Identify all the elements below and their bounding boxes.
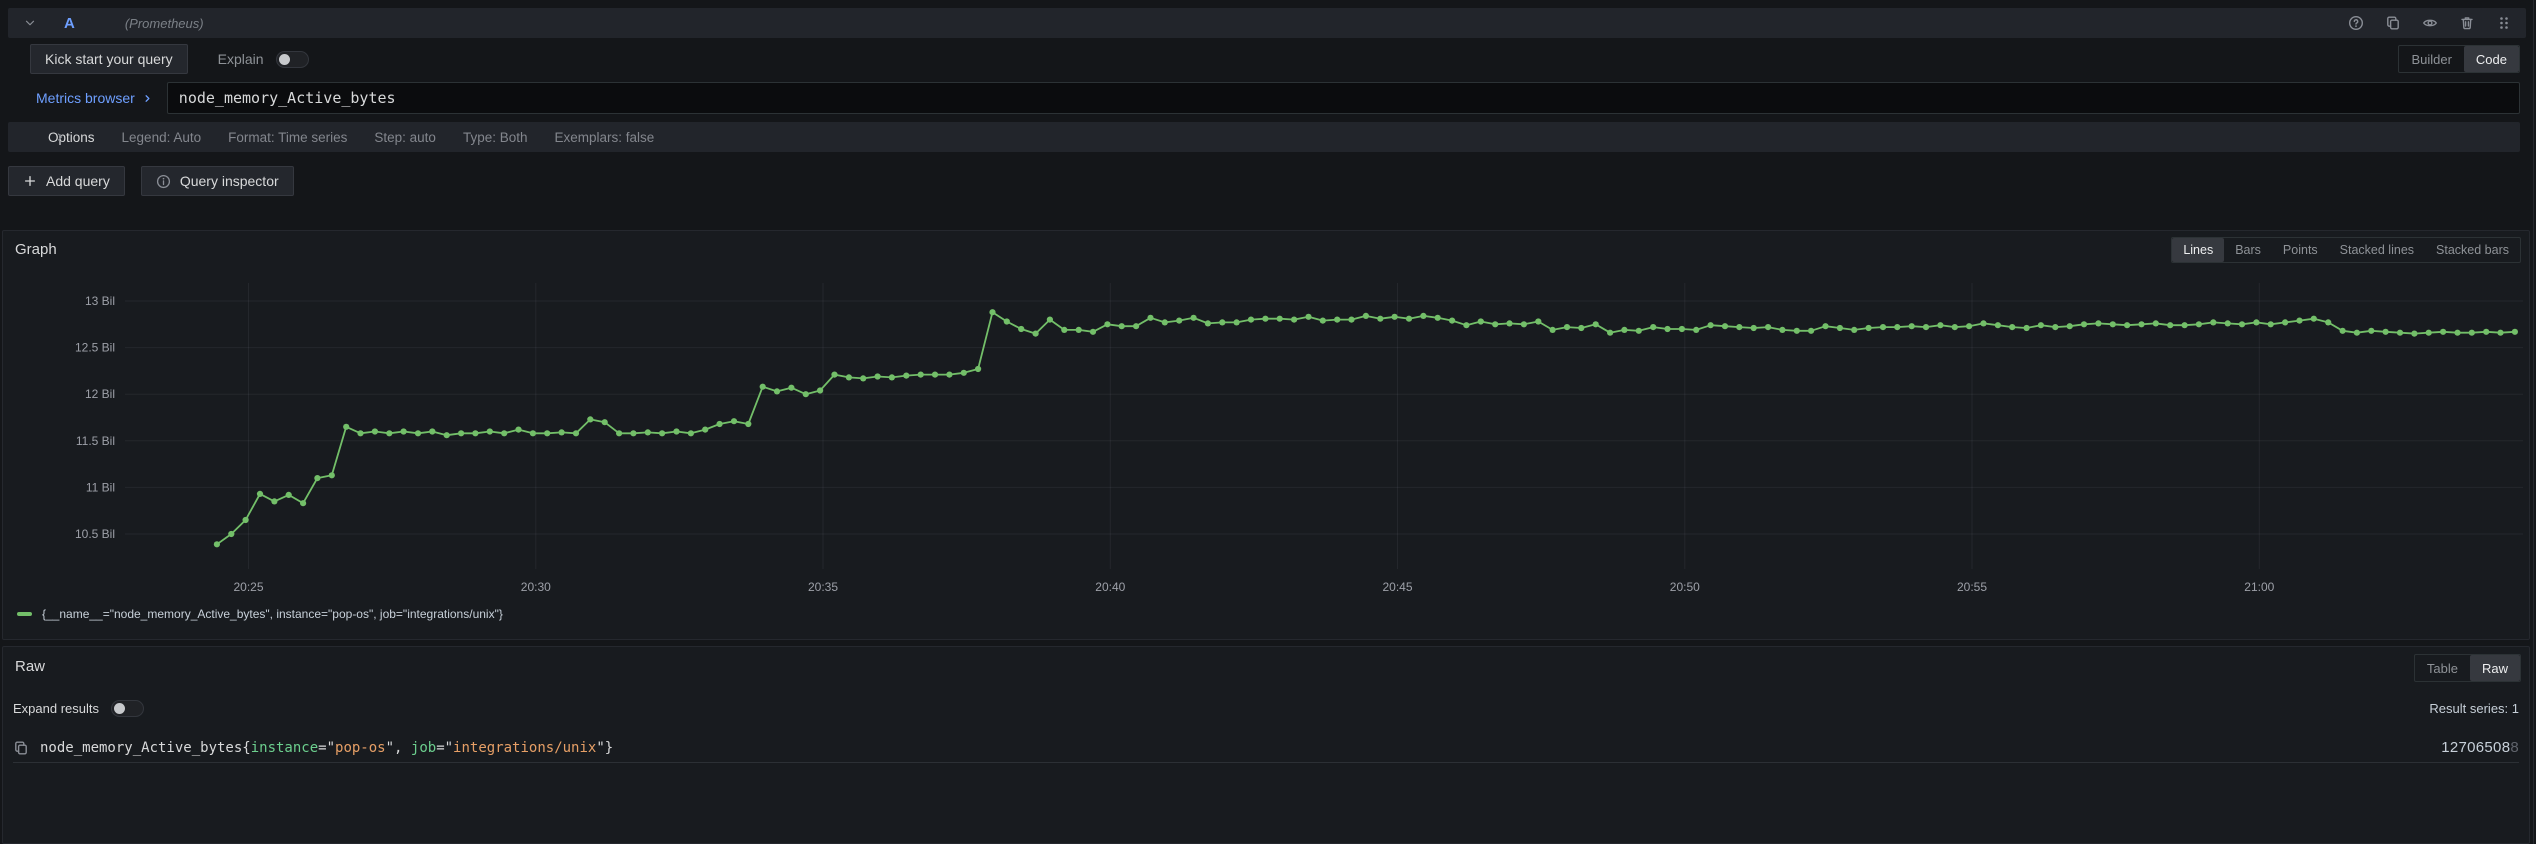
query-inspector-button[interactable]: Query inspector bbox=[141, 166, 294, 196]
svg-text:20:50: 20:50 bbox=[1670, 580, 1700, 594]
expand-results-label: Expand results bbox=[13, 701, 99, 716]
grid-lines bbox=[125, 283, 2523, 569]
options-legend-summary: Legend: Auto bbox=[122, 130, 202, 145]
explain-label: Explain bbox=[218, 51, 264, 67]
options-chevron-right-icon[interactable] bbox=[52, 129, 68, 145]
add-query-label: Add query bbox=[46, 173, 110, 189]
drag-handle-grip-icon[interactable] bbox=[2496, 15, 2512, 31]
options-exemplars-summary: Exemplars: false bbox=[555, 130, 655, 145]
duplicate-query-icon[interactable] bbox=[2385, 15, 2401, 31]
options-type-summary: Type: Both bbox=[463, 130, 528, 145]
query-options-bar[interactable]: Options Legend: Auto Format: Time series… bbox=[8, 122, 2520, 152]
series-line bbox=[214, 309, 2518, 547]
raw-query-value: integrations/unix bbox=[453, 740, 596, 756]
style-lines-button[interactable]: Lines bbox=[2172, 238, 2224, 262]
view-table-button[interactable]: Table bbox=[2415, 655, 2470, 681]
svg-text:12 Bil: 12 Bil bbox=[85, 387, 115, 401]
svg-text:21:00: 21:00 bbox=[2244, 580, 2274, 594]
promql-query-input[interactable]: node_memory_Active_bytes bbox=[167, 82, 2520, 114]
graph-panel-title: Graph bbox=[15, 241, 57, 258]
raw-query-expression: node_memory_Active_bytes{instance="pop-o… bbox=[40, 740, 2430, 756]
mode-builder-button[interactable]: Builder bbox=[2399, 46, 2463, 72]
svg-text:20:30: 20:30 bbox=[521, 580, 551, 594]
add-query-button[interactable]: Add query bbox=[8, 166, 125, 196]
style-stacked-bars-button[interactable]: Stacked bars bbox=[2425, 238, 2520, 262]
options-format-summary: Format: Time series bbox=[228, 130, 347, 145]
result-value-clipped: 8 bbox=[2510, 739, 2519, 756]
view-raw-button[interactable]: Raw bbox=[2470, 655, 2520, 681]
graph-canvas[interactable]: 10.5 Bil 11 Bil 11.5 Bil 12 Bil 12.5 Bil 13 B… bbox=[3, 267, 2535, 607]
raw-query-punct: =" bbox=[436, 740, 453, 756]
result-value: 127065088 bbox=[2441, 739, 2519, 756]
raw-query-label: job bbox=[411, 740, 436, 756]
raw-query-metric: node_memory_Active_bytes{ bbox=[40, 740, 251, 756]
toggle-knob bbox=[279, 54, 290, 65]
metrics-browser-label: Metrics browser bbox=[36, 90, 135, 106]
toggle-visibility-eye-icon[interactable] bbox=[2422, 15, 2438, 31]
toggle-knob bbox=[114, 703, 125, 714]
result-view-group: Table Raw bbox=[2414, 654, 2521, 682]
svg-text:11 Bil: 11 Bil bbox=[86, 480, 115, 494]
graph-panel: Graph Lines Bars Points Stacked lines St… bbox=[2, 230, 2530, 640]
svg-text:20:55: 20:55 bbox=[1957, 580, 1987, 594]
editor-mode-group: Builder Code bbox=[2398, 45, 2520, 73]
legend-item[interactable]: {__name__="node_memory_Active_bytes", in… bbox=[11, 603, 509, 625]
svg-text:20:45: 20:45 bbox=[1382, 580, 1412, 594]
raw-query-punct: "} bbox=[596, 740, 613, 756]
raw-panel-title: Raw bbox=[15, 658, 45, 675]
copy-result-icon[interactable] bbox=[13, 740, 29, 756]
axis-tick-labels: 10.5 Bil 11 Bil 11.5 Bil 12 Bil 12.5 Bil 13 B… bbox=[75, 294, 2275, 594]
legend-series-color bbox=[17, 612, 32, 616]
collapse-chevron-down-icon[interactable] bbox=[22, 15, 38, 31]
style-bars-button[interactable]: Bars bbox=[2224, 238, 2272, 262]
query-ref-id: A bbox=[64, 15, 75, 32]
svg-text:11.5 Bil: 11.5 Bil bbox=[76, 434, 115, 448]
svg-text:20:40: 20:40 bbox=[1095, 580, 1125, 594]
explain-toggle[interactable] bbox=[276, 51, 309, 68]
graph-style-group: Lines Bars Points Stacked lines Stacked … bbox=[2171, 237, 2521, 263]
raw-query-punct: =" bbox=[318, 740, 335, 756]
raw-query-label: instance bbox=[251, 740, 318, 756]
datasource-name: (Prometheus) bbox=[125, 16, 204, 31]
svg-text:10.5 Bil: 10.5 Bil bbox=[75, 527, 115, 541]
mode-code-button[interactable]: Code bbox=[2464, 46, 2519, 72]
options-step-summary: Step: auto bbox=[374, 130, 436, 145]
expand-results-toggle[interactable] bbox=[111, 700, 144, 717]
style-stacked-lines-button[interactable]: Stacked lines bbox=[2329, 238, 2425, 262]
svg-text:20:35: 20:35 bbox=[808, 580, 838, 594]
result-value-main: 12706508 bbox=[2441, 739, 2510, 756]
svg-text:13 Bil: 13 Bil bbox=[85, 294, 115, 308]
result-series-count: Result series: 1 bbox=[2429, 701, 2519, 716]
metrics-browser-link[interactable]: Metrics browser bbox=[36, 90, 153, 106]
delete-query-trash-icon[interactable] bbox=[2459, 15, 2475, 31]
svg-text:20:25: 20:25 bbox=[233, 580, 263, 594]
legend-series-label: {__name__="node_memory_Active_bytes", in… bbox=[42, 607, 503, 621]
raw-results-panel: Raw Table Raw Expand results Result seri… bbox=[2, 646, 2530, 844]
explain-control: Explain bbox=[218, 51, 309, 68]
raw-query-punct: ", bbox=[386, 740, 411, 756]
svg-text:12.5 Bil: 12.5 Bil bbox=[75, 341, 115, 355]
raw-query-value: pop-os bbox=[335, 740, 386, 756]
kick-start-query-button[interactable]: Kick start your query bbox=[30, 44, 188, 74]
query-row-actions bbox=[2348, 15, 2512, 31]
help-icon[interactable] bbox=[2348, 15, 2364, 31]
result-row: node_memory_Active_bytes{instance="pop-o… bbox=[13, 733, 2519, 763]
window-right-edge bbox=[2533, 0, 2534, 844]
query-inspector-label: Query inspector bbox=[180, 173, 279, 189]
style-points-button[interactable]: Points bbox=[2272, 238, 2329, 262]
query-row-header[interactable]: A (Prometheus) bbox=[8, 8, 2526, 38]
